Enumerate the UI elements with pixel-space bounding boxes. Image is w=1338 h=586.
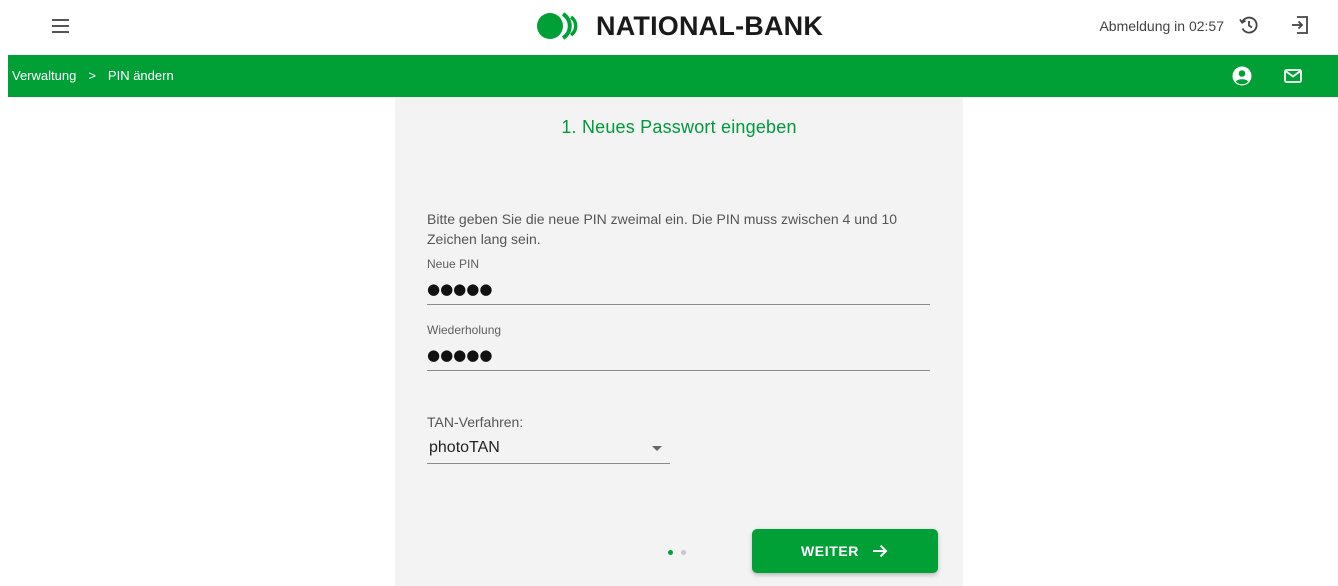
tan-method-label: TAN-Verfahren:	[427, 414, 524, 430]
user-icon[interactable]	[1231, 65, 1253, 87]
pin-change-card: 1. Neues Passwort eingeben Bitte geben S…	[395, 97, 963, 586]
brand-name: NATIONAL-BANK	[596, 10, 824, 41]
new-pin-input[interactable]	[427, 277, 930, 305]
next-button[interactable]: WEITER	[752, 529, 938, 573]
nav-bar: Verwaltung > PIN ändern	[8, 55, 1338, 97]
repeat-pin-input[interactable]	[427, 343, 930, 371]
step-indicator	[668, 550, 686, 555]
tan-method-value: photoTAN	[429, 439, 500, 456]
page-title: 1. Neues Passwort eingeben	[561, 117, 797, 137]
repeat-pin-label: Wiederholung	[427, 323, 502, 337]
exit-icon[interactable]	[1288, 13, 1312, 37]
logout-timer: Abmeldung in 02:57	[1099, 18, 1224, 34]
history-icon[interactable]	[1237, 13, 1261, 37]
step-dot	[681, 550, 686, 555]
repeat-pin-field: Wiederholung	[427, 323, 930, 371]
new-pin-label: Neue PIN	[427, 257, 480, 271]
breadcrumb-pin-aendern[interactable]: PIN ändern	[108, 67, 174, 85]
caret-down-icon	[652, 446, 662, 451]
step-dot-active	[668, 550, 673, 555]
new-pin-field: Neue PIN	[427, 257, 930, 305]
breadcrumb: Verwaltung > PIN ändern	[12, 67, 174, 85]
next-button-label: WEITER	[800, 543, 860, 559]
intro-text: Bitte geben Sie die neue PIN zweimal ein…	[427, 211, 898, 247]
brand-logo-icon	[537, 12, 578, 40]
hamburger-icon[interactable]	[50, 16, 72, 36]
breadcrumb-verwaltung[interactable]: Verwaltung	[12, 67, 76, 85]
brand-logo[interactable]: NATIONAL-BANK	[536, 8, 823, 44]
tan-method-select[interactable]: photoTAN	[427, 436, 670, 464]
arrow-right-icon	[873, 544, 888, 558]
top-header: NATIONAL-BANK Abmeldung in 02:57	[0, 0, 1338, 55]
breadcrumb-separator: >	[88, 68, 96, 83]
mail-icon[interactable]	[1282, 65, 1304, 87]
